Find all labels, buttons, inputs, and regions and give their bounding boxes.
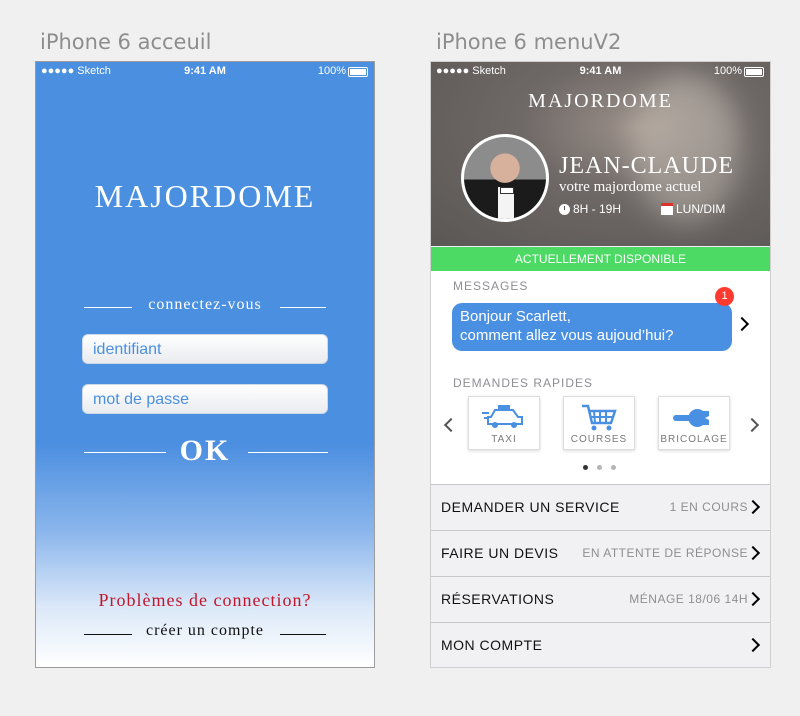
login-screen: ●●●●● Sketch 9:41 AM 100% MAJORDOME conn… <box>36 62 374 667</box>
row-title: DEMANDER UN SERVICE <box>441 499 620 515</box>
butler-hours: 8H - 19H <box>559 202 621 216</box>
days-label: LUN/DIM <box>676 202 726 216</box>
quick-request-label: TAXI <box>491 434 517 445</box>
page-dot-1[interactable] <box>583 465 588 470</box>
app-logo: MAJORDOME <box>94 178 316 214</box>
row-title: MON COMPTE <box>441 637 543 653</box>
divider-right <box>280 307 326 308</box>
chevron-right-icon <box>745 637 761 653</box>
chevron-right-icon <box>745 545 761 561</box>
chevron-right-icon <box>745 591 761 607</box>
shopping-cart-icon <box>582 404 617 431</box>
battery-label: 100% <box>317 65 346 77</box>
quick-requests-label: DEMANDES RAPIDES <box>453 376 594 390</box>
row-detail: MÉNAGE 18/06 14H <box>629 592 748 606</box>
username-field[interactable]: identifiant <box>82 334 328 364</box>
quick-request-taxi[interactable]: TAXI <box>468 396 540 450</box>
create-divider-right <box>280 634 326 635</box>
status-bar: ●●●●● Sketch 9:41 AM 100% <box>36 62 374 80</box>
quick-request-courses[interactable]: COURSES <box>563 396 635 450</box>
row-mon-compte[interactable]: MON COMPTE <box>431 622 770 666</box>
message-line-2: comment allez vous aujoud’hui? <box>460 327 674 344</box>
row-faire-devis[interactable]: FAIRE UN DEVIS EN ATTENTE DE RÉPONSE <box>431 530 770 574</box>
row-title: RÉSERVATIONS <box>441 591 555 607</box>
artboard-title-left: iPhone 6 acceuil <box>40 30 212 54</box>
password-field[interactable]: mot de passe <box>82 384 328 414</box>
page-dot-2[interactable] <box>597 465 602 470</box>
row-title: FAIRE UN DEVIS <box>441 545 559 561</box>
quick-request-label: BRICOLAGE <box>660 434 728 445</box>
row-detail: EN ATTENTE DE RÉPONSE <box>582 546 748 560</box>
calendar-icon <box>661 203 673 215</box>
row-reservations[interactable]: RÉSERVATIONS MÉNAGE 18/06 14H <box>431 576 770 620</box>
chevron-right-icon <box>745 499 761 515</box>
page-dot-3[interactable] <box>611 465 616 470</box>
create-account-link[interactable]: créer un compte <box>36 622 374 640</box>
quick-request-bricolage[interactable]: BRICOLAGE <box>658 396 730 450</box>
butler-subtitle: votre majordome actuel <box>559 179 702 195</box>
app-logo: MAJORDOME <box>528 90 673 112</box>
messages-label: MESSAGES <box>453 279 529 293</box>
butler-avatar[interactable] <box>461 134 549 222</box>
row-demander-service[interactable]: DEMANDER UN SERVICE 1 EN COURS <box>431 484 770 528</box>
clock-icon <box>559 203 570 215</box>
battery-label: 100% <box>713 65 742 77</box>
row-detail: 1 EN COURS <box>669 500 748 514</box>
ok-divider-right <box>248 452 328 453</box>
butler-name: JEAN-CLAUDE <box>559 153 734 179</box>
status-bar: ●●●●● Sketch 9:41 AM 100% <box>431 62 770 80</box>
unread-badge: 1 <box>715 287 734 306</box>
artboard-title-right: iPhone 6 menuV2 <box>436 30 622 54</box>
avatar-bowtie <box>500 187 514 194</box>
availability-banner: ACTUELLEMENT DISPONIBLE <box>431 247 770 271</box>
hours-label: 8H - 19H <box>573 202 622 216</box>
connect-label: connectez-vous <box>148 296 262 313</box>
menu-screen: ●●●●● Sketch 9:41 AM 100% MAJORDOME JEAN… <box>431 62 770 667</box>
taxi-icon <box>482 405 523 428</box>
wrench-icon <box>673 409 709 427</box>
battery-icon <box>348 67 368 77</box>
connection-problem-link[interactable]: Problèmes de connection? <box>36 590 374 611</box>
quick-request-label: COURSES <box>570 434 628 445</box>
message-line-1: Bonjour Scarlett, <box>460 308 571 325</box>
battery-icon <box>744 67 764 77</box>
message-bubble[interactable]: Bonjour Scarlett, comment allez vous auj… <box>452 303 732 351</box>
butler-days: LUN/DIM <box>661 202 725 216</box>
ok-button[interactable]: OK <box>36 434 374 468</box>
